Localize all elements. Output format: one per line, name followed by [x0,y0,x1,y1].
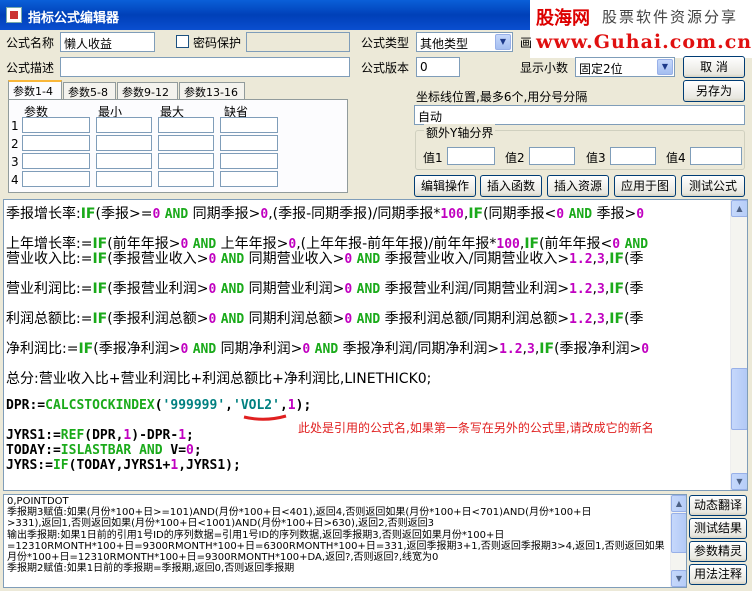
output-line: >331),返回1,否则返回如果(月份*100+日<1001)AND(月份*10… [7,518,435,530]
tab-params-5-8[interactable]: 参数5-8 [63,82,116,100]
edit-operation-button[interactable]: 编辑操作 [414,175,476,197]
param-min-input[interactable] [96,117,152,133]
param-min-input[interactable] [96,135,152,151]
usage-notes-button[interactable]: 用法注释 [689,564,747,585]
tab-params-1-4[interactable]: 参数1-4 [8,80,62,100]
output-line: 季报期3赋值:如果(月份*100+日>=101)AND(月份*100+日<401… [7,507,592,519]
param-row-number: 3 [11,155,19,169]
code-line: JYRS1:=REF(DPR,1)-DPR-1; [6,428,194,443]
param-wizard-button[interactable]: 参数精灵 [689,541,747,562]
output-line: 0,POINTDOT [7,496,69,507]
insert-function-button[interactable]: 插入函数 [480,175,542,197]
output-line: =12310RMONTH*100+日=9300RMONTH*100+日=6300… [7,540,665,552]
output-scrollbar[interactable]: ▲ ▼ [670,495,686,587]
cancel-button[interactable]: 取 消 [683,56,745,78]
param-row-number: 1 [11,119,19,133]
param-name-input[interactable] [22,171,90,187]
chevron-down-icon: ▼ [495,34,511,50]
param-min-input[interactable] [96,171,152,187]
value4-input[interactable] [690,147,742,165]
code-line: 利润总额比:=IF(季报利润总额>0 AND 同期利润总额>0 AND 季报利润… [6,311,644,327]
code-line: TODAY:=ISLASTBAR AND V=0; [6,443,202,458]
scroll-down-icon[interactable]: ▼ [731,473,747,490]
chevron-down-icon: ▼ [657,59,673,75]
password-input[interactable] [246,32,350,52]
save-as-button[interactable]: 另存为 [683,80,745,102]
output-line: 季报期2赋值:如果1日前的季报期=季报期,返回0,否则返回季报期 [7,563,295,575]
scroll-up-icon[interactable]: ▲ [731,200,747,217]
brand-url: www.Guhai.com.cn [536,31,752,53]
formula-desc-label: 公式描述 [6,61,55,75]
app-icon [6,7,22,23]
value2-input[interactable] [529,147,575,165]
tab-params-13-16[interactable]: 参数13-16 [179,82,245,100]
value4-label: 值4 [666,151,686,165]
code-line: DPR:=CALCSTOCKINDEX('999999','VOL2',1); [6,398,312,413]
window-title: 指标公式编辑器 [28,11,120,26]
brand-slogan: 股票软件资源分享 [602,8,739,26]
param-default-input[interactable] [220,135,278,151]
param-max-input[interactable] [158,135,214,151]
code-line: 营业利润比:=IF(季报营业利润>0 AND 同期营业利润>0 AND 季报营业… [6,281,644,297]
underline-mark [243,414,287,421]
value2-label: 值2 [505,151,525,165]
param-max-input[interactable] [158,153,214,169]
scroll-thumb[interactable] [731,368,747,430]
param-name-input[interactable] [22,135,90,151]
translation-output[interactable]: 0,POINTDOT 季报期3赋值:如果(月份*100+日>=101)AND(月… [3,494,687,588]
code-line: 总分:营业收入比+营业利润比+利润总额比+净利润比,LINETHICK0; [6,371,432,387]
decimal-select[interactable]: 固定2位 ▼ [575,57,675,77]
version-label: 公式版本 [361,61,410,75]
param-row-number: 4 [11,173,19,187]
value1-label: 值1 [423,151,443,165]
param-default-input[interactable] [220,171,278,187]
password-label: 密码保护 [193,36,242,50]
coord-label: 坐标线位置,最多6个,用分号分隔 [416,90,588,104]
extra-y-label: 额外Y轴分界 [424,124,496,141]
annotation-note: 此处是引用的公式名,如果第一条写在另外的公式里,请改成它的新名 [298,421,654,435]
scroll-up-icon[interactable]: ▲ [671,495,686,512]
formula-type-select[interactable]: 其他类型 ▼ [416,32,513,52]
value3-input[interactable] [610,147,656,165]
decimal-value: 固定2位 [579,62,623,76]
formula-desc-input[interactable] [60,57,350,77]
brand-watermark: 股海网 股票软件资源分享 www.Guhai.com.cn [530,0,752,58]
formula-type-value: 其他类型 [420,37,469,51]
test-result-button[interactable]: 测试结果 [689,518,747,539]
value3-label: 值3 [586,151,606,165]
code-line: 净利润比:=IF(季报净利润>0 AND 同期净利润>0 AND 季报净利润/同… [6,341,650,357]
formula-type-label: 公式类型 [361,36,410,50]
param-max-input[interactable] [158,171,214,187]
code-line: 营业收入比:=IF(季报营业收入>0 AND 同期营业收入>0 AND 季报营业… [6,251,644,267]
param-name-input[interactable] [22,117,90,133]
value1-input[interactable] [447,147,495,165]
formula-name-input[interactable]: 懒人收益 [60,32,155,52]
code-editor[interactable]: 季报增长率:IF(季报>=0 AND 同期季报>0,(季报-同期季报)/同期季报… [3,199,748,491]
draw-label: 画 [520,36,533,50]
param-row-number: 2 [11,137,19,151]
tab-params-9-12[interactable]: 参数9-12 [117,82,178,100]
formula-name-label: 公式名称 [6,36,55,50]
param-default-input[interactable] [220,153,278,169]
brand-logo: 股海网 [536,8,590,29]
output-line: 月份*100+日=12310RMONTH*100+日=9300RMONTH*10… [7,552,439,564]
editor-scrollbar[interactable]: ▲ ▼ [730,200,747,490]
code-line: 季报增长率:IF(季报>=0 AND 同期季报>0,(季报-同期季报)/同期季报… [6,206,645,222]
password-checkbox[interactable] [176,35,189,48]
param-name-input[interactable] [22,153,90,169]
output-line: 输出季报期:如果1日前的引用1号ID的序列数据=引用1号ID的序列数据,返回季报… [7,529,505,541]
dynamic-translate-button[interactable]: 动态翻译 [689,495,747,516]
version-input[interactable]: 0 [416,57,460,77]
insert-resource-button[interactable]: 插入资源 [547,175,609,197]
scroll-down-icon[interactable]: ▼ [671,570,686,587]
param-min-input[interactable] [96,153,152,169]
decimal-label: 显示小数 [520,61,569,75]
param-default-input[interactable] [220,117,278,133]
code-line: JYRS:=IF(TODAY,JYRS1+1,JYRS1); [6,458,241,473]
apply-to-chart-button[interactable]: 应用于图 [614,175,676,197]
param-max-input[interactable] [158,117,214,133]
scroll-thumb[interactable] [671,513,686,553]
test-formula-button[interactable]: 测试公式 [681,175,745,197]
coord-input[interactable]: 自动 [414,105,745,125]
